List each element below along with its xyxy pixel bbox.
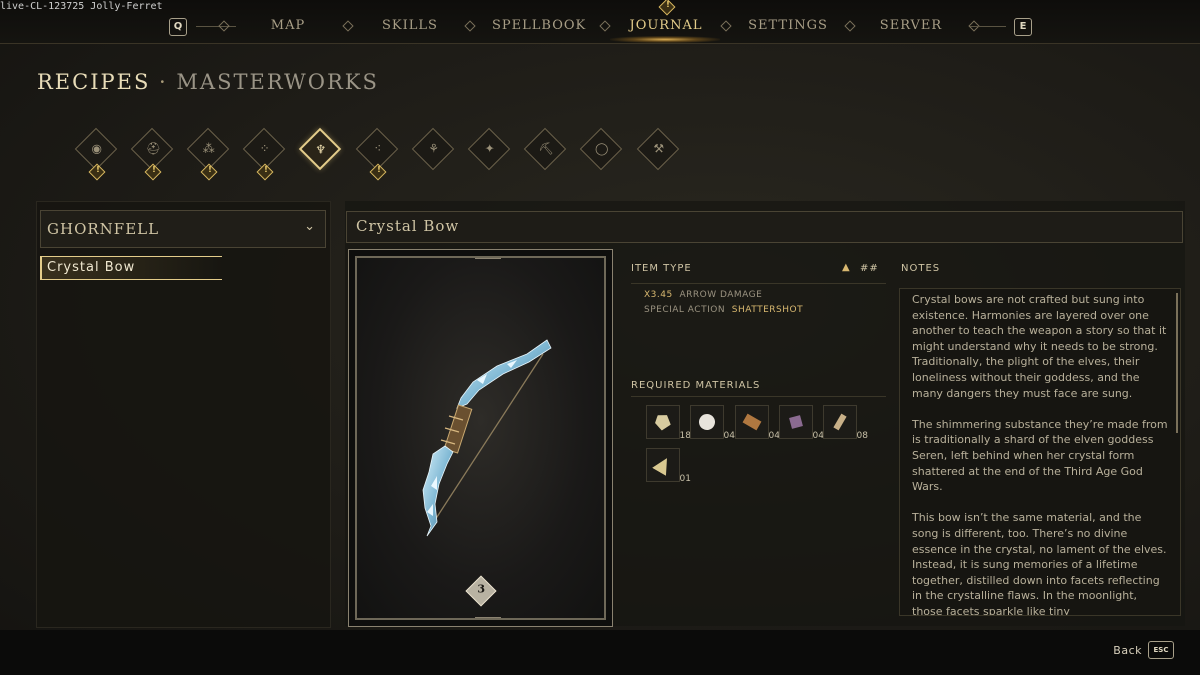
ring-icon: ◯ [594, 141, 609, 156]
divider [631, 396, 886, 397]
material-slot[interactable]: 04 [690, 405, 735, 441]
item-card: 3 [348, 249, 613, 627]
active-tab-glow [610, 36, 720, 43]
material-slot[interactable]: 04 [735, 405, 780, 441]
material-count: 08 [856, 431, 868, 441]
recipe-list-item[interactable]: Crystal Bow [40, 256, 222, 280]
crystal-bow-icon [422, 339, 552, 537]
nav-ornament [464, 20, 476, 32]
recipe-list-panel: GHORNFELL ⌄ Crystal Bow [36, 201, 331, 628]
nav-left-key[interactable]: Q [169, 18, 187, 36]
nav-right-key[interactable]: E [1014, 18, 1032, 36]
ore-pile-icon: ⁂ [202, 141, 215, 156]
stat-value: X3.45 [644, 290, 673, 300]
nav-ornament [218, 20, 230, 32]
build-info: live-CL-123725 Jolly-Ferret [0, 1, 163, 12]
eye-icon: ◉ [91, 141, 102, 156]
feather-icon [833, 413, 847, 431]
card-ornament-bottom [475, 613, 501, 618]
material-slot[interactable]: 18 [646, 405, 691, 441]
tier-number: 3 [477, 582, 486, 596]
nav-ornament [342, 20, 354, 32]
top-nav-bar: live-CL-123725 Jolly-Ferret Q MAP SKILLS… [0, 0, 1200, 44]
item-title-bar: Crystal Bow [346, 211, 1183, 243]
page-subtitle-masterworks: MASTERWORKS [176, 70, 379, 94]
required-materials-label: REQUIRED MATERIALS [631, 380, 761, 391]
material-count: 01 [679, 474, 691, 484]
divider [631, 283, 886, 284]
notes-text: Crystal bows are not crafted but sung in… [912, 292, 1168, 616]
title-separator: · [159, 70, 168, 94]
pearl-icon [696, 411, 718, 433]
recipe-item-label: Crystal Bow [47, 260, 136, 275]
wood-plank-icon [742, 413, 762, 431]
axe-icon: ⚒ [653, 141, 665, 156]
chevron-down-icon: ⌄ [304, 219, 315, 234]
crystal-fragment-icon [652, 454, 674, 476]
nav-tab-skills[interactable]: SKILLS [378, 18, 442, 33]
page-title-recipes: RECIPES [37, 70, 151, 94]
stat-special-action: SPECIAL ACTION SHATTERSHOT [644, 305, 803, 315]
rubble-icon: ⁖ [374, 141, 382, 156]
weight-icon: ▲ [842, 262, 851, 273]
nav-ornament [720, 20, 732, 32]
notes-paragraph: Crystal bows are not crafted but sung in… [912, 293, 1167, 400]
nav-ornament [844, 20, 856, 32]
stat-value: SHATTERSHOT [731, 305, 804, 315]
nav-tab-spellbook[interactable]: SPELLBOOK [492, 18, 585, 33]
material-slot[interactable]: 08 [823, 405, 868, 441]
nav-tab-map[interactable]: MAP [258, 18, 318, 33]
stat-label: SPECIAL ACTION [644, 305, 726, 315]
stat-label: ARROW DAMAGE [679, 290, 763, 300]
crystal-shard-icon [652, 411, 674, 433]
material-slot[interactable]: 01 [646, 448, 691, 484]
item-name: Crystal Bow [356, 217, 460, 235]
nav-tab-settings[interactable]: SETTINGS [748, 18, 828, 33]
region-label: GHORNFELL [47, 220, 160, 238]
nav-tab-server[interactable]: SERVER [874, 18, 948, 33]
item-type-value: ## [860, 263, 879, 274]
arrowhead-icon: ♆ [315, 142, 327, 157]
region-dropdown[interactable]: GHORNFELL ⌄ [40, 210, 326, 248]
material-slot[interactable]: 04 [779, 405, 824, 441]
tree-icon: ⚘ [428, 141, 440, 156]
notes-paragraph: This bow isn’t the same material, and th… [912, 511, 1167, 616]
helmet-icon: ⛑ [145, 141, 161, 156]
footer-bar: Back ESC [0, 630, 1200, 675]
nav-divider [970, 26, 1006, 27]
back-button[interactable]: Back [1113, 644, 1142, 657]
sparkle-icon: ✦ [484, 141, 495, 156]
notes-scrollbar[interactable] [1176, 293, 1178, 433]
journal-alert-icon [658, 0, 676, 16]
notes-label: NOTES [901, 263, 941, 274]
nav-ornament [599, 20, 611, 32]
pickaxe-icon: ⛏ [538, 141, 554, 156]
nav-tab-journal[interactable]: JOURNAL [626, 18, 706, 33]
gems-icon: ⁘ [259, 141, 270, 156]
material-count: 04 [723, 431, 735, 441]
notes-paragraph: The shimmering substance they’re made fr… [912, 417, 1168, 494]
notes-panel[interactable]: Crystal bows are not crafted but sung in… [899, 288, 1181, 616]
page-title: RECIPES · MASTERWORKS [37, 70, 379, 94]
item-type-label: ITEM TYPE [631, 263, 692, 274]
stat-arrow-damage: X3.45 ARROW DAMAGE [644, 290, 762, 300]
item-card-frame [355, 256, 606, 620]
amethyst-icon [785, 411, 807, 433]
esc-key[interactable]: ESC [1148, 641, 1174, 659]
nav-divider [196, 26, 236, 27]
